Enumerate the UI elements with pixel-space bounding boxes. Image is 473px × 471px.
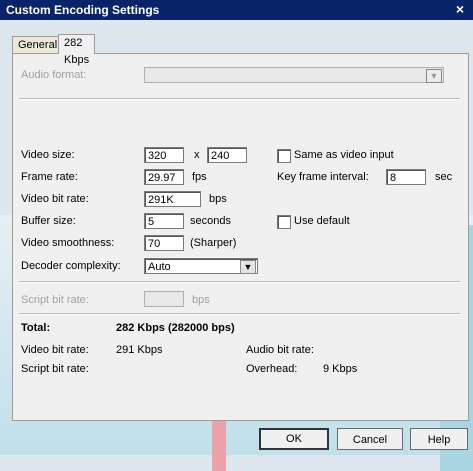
divider [19,98,460,100]
script-bit-rate-label: Script bit rate: [21,294,89,306]
smoothness-label: Video smoothness: [21,237,115,249]
decoder-complexity-value: Auto [148,261,171,273]
summary-video-label: Video bit rate: [21,344,89,356]
cancel-button[interactable]: Cancel [337,428,403,450]
summary-video-value: 291 Kbps [116,344,163,356]
same-as-input-label: Same as video input [294,149,394,161]
video-size-label: Video size: [21,149,75,161]
divider [19,313,460,315]
divider [19,281,460,283]
total-value: 282 Kbps (282000 bps) [116,322,235,334]
audio-format-label: Audio format: [21,69,87,81]
decoder-complexity-label: Decoder complexity: [21,260,121,272]
summary-script-label: Script bit rate: [21,363,89,375]
video-bit-rate-input[interactable]: 291K [144,191,201,207]
tab-general[interactable]: General [12,36,64,54]
window-title: Custom Encoding Settings [6,3,160,17]
close-icon[interactable]: × [453,2,467,16]
keyframe-label: Key frame interval: [277,171,369,183]
use-default-label: Use default [294,215,350,227]
keyframe-input[interactable]: 8 [386,169,426,185]
script-bit-rate-unit: bps [192,294,210,306]
decoder-complexity-dropdown[interactable]: Auto ▼ [144,258,258,274]
frame-rate-input[interactable]: 29.97 [144,169,184,185]
keyframe-unit: sec [435,171,453,183]
frame-rate-label: Frame rate: [21,171,78,183]
title-bar: Custom Encoding Settings × [0,0,473,20]
help-button[interactable]: Help [410,428,468,450]
summary-audio-label: Audio bit rate: [246,344,314,356]
total-label: Total: [21,322,51,334]
ok-button[interactable]: OK [259,428,329,450]
buffer-size-label: Buffer size: [21,215,76,227]
frame-rate-unit: fps [192,171,207,183]
same-as-input-checkbox[interactable] [277,149,291,163]
buffer-size-unit: seconds [190,215,231,227]
summary-overhead-value: 9 Kbps [323,363,358,375]
video-size-x: x [194,149,200,161]
video-bit-rate-label: Video bit rate: [21,193,89,205]
summary-overhead-label: Overhead: [246,363,298,375]
video-width-input[interactable]: 320 [144,147,184,163]
smoothness-input[interactable]: 70 [144,235,184,251]
audio-format-dropdown[interactable]: ▼ [144,67,444,83]
settings-panel: Audio format: ▼ Video size: 320 x 240 Sa… [12,53,469,421]
video-height-input[interactable]: 240 [207,147,247,163]
chevron-down-icon: ▼ [426,69,442,83]
chevron-down-icon: ▼ [240,260,256,274]
tab-282-kbps[interactable]: 282 Kbps [58,34,96,66]
buffer-size-input[interactable]: 5 [144,213,184,229]
video-bit-rate-unit: bps [209,193,227,205]
script-bit-rate-input[interactable] [144,291,184,307]
smoothness-unit: (Sharper) [190,237,237,249]
use-default-checkbox[interactable] [277,215,291,229]
